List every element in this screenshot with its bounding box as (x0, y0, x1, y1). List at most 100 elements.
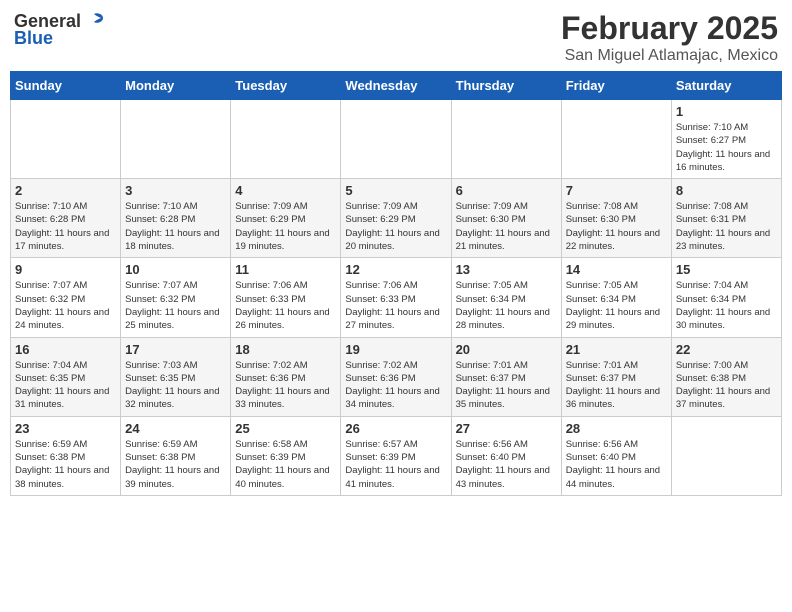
calendar-cell: 23Sunrise: 6:59 AM Sunset: 6:38 PM Dayli… (11, 416, 121, 495)
calendar-table: SundayMondayTuesdayWednesdayThursdayFrid… (10, 71, 782, 496)
day-header-wednesday: Wednesday (341, 72, 451, 100)
calendar-week-row: 23 Sunrise: 6:59 AM Sunset: 6:38 PM Dayli… (11, 416, 782, 495)
calendar-cell: 13Sunrise: 7:05 AM Sunset: 6:34 PM Dayli… (451, 258, 561, 337)
day-info: Sunrise: 7:04 AM Sunset: 6:35 PM Dayligh… (15, 359, 116, 412)
day-info: Sunrise: 7:10 AM Sunset: 6:27 PM Dayligh… (676, 121, 777, 174)
day-info: Sunrise: 7:08 AM Sunset: 6:30 PM Dayligh… (566, 200, 667, 253)
day-info: Sunrise: 7:01 AM Sunset: 6:37 PM Dayligh… (456, 359, 557, 412)
day-info: Sunrise: 7:10 AM Sunset: 6:28 PM Dayligh… (15, 200, 116, 253)
page-header: General Blue February 2025 San Miguel At… (10, 10, 782, 65)
day-info: Sunrise: 7:02 AM Sunset: 6:36 PM Dayligh… (235, 359, 336, 412)
calendar-cell: 3 Sunrise: 7:10 AM Sunset: 6:28 PM Daylig… (121, 179, 231, 258)
day-number: 4 (235, 183, 336, 198)
calendar-cell: 10 Sunrise: 7:07 AM Sunset: 6:32 PM Dayli… (121, 258, 231, 337)
calendar-cell: 28 Sunrise: 6:56 AM Sunset: 6:40 PM Dayli… (561, 416, 671, 495)
calendar-week-row: 1 Sunrise: 7:10 AM Sunset: 6:27 PM Daylig… (11, 100, 782, 179)
day-info: Sunrise: 6:58 AM Sunset: 6:39 PM Dayligh… (235, 438, 336, 491)
day-number: 7 (566, 183, 667, 198)
calendar-week-row: 16Sunrise: 7:04 AM Sunset: 6:35 PM Dayli… (11, 337, 782, 416)
calendar-cell: 7 Sunrise: 7:08 AM Sunset: 6:30 PM Daylig… (561, 179, 671, 258)
day-info: Sunrise: 7:07 AM Sunset: 6:32 PM Dayligh… (15, 279, 116, 332)
day-number: 21 (566, 342, 667, 357)
day-info: Sunrise: 7:09 AM Sunset: 6:29 PM Dayligh… (345, 200, 446, 253)
day-number: 27 (456, 421, 557, 436)
day-number: 14 (566, 262, 667, 277)
day-info: Sunrise: 6:56 AM Sunset: 6:40 PM Dayligh… (566, 438, 667, 491)
day-number: 20 (456, 342, 557, 357)
calendar-cell: 11 Sunrise: 7:06 AM Sunset: 6:33 PM Dayli… (231, 258, 341, 337)
calendar-cell: 4 Sunrise: 7:09 AM Sunset: 6:29 PM Daylig… (231, 179, 341, 258)
calendar-cell: 24 Sunrise: 6:59 AM Sunset: 6:38 PM Dayli… (121, 416, 231, 495)
day-number: 24 (125, 421, 226, 436)
calendar-cell: 8 Sunrise: 7:08 AM Sunset: 6:31 PM Daylig… (671, 179, 781, 258)
calendar-cell: 18 Sunrise: 7:02 AM Sunset: 6:36 PM Dayli… (231, 337, 341, 416)
day-number: 17 (125, 342, 226, 357)
calendar-cell: 22 Sunrise: 7:00 AM Sunset: 6:38 PM Dayli… (671, 337, 781, 416)
day-info: Sunrise: 7:08 AM Sunset: 6:31 PM Dayligh… (676, 200, 777, 253)
day-info: Sunrise: 7:01 AM Sunset: 6:37 PM Dayligh… (566, 359, 667, 412)
day-info: Sunrise: 7:03 AM Sunset: 6:35 PM Dayligh… (125, 359, 226, 412)
day-header-thursday: Thursday (451, 72, 561, 100)
day-number: 23 (15, 421, 116, 436)
day-header-sunday: Sunday (11, 72, 121, 100)
day-info: Sunrise: 7:04 AM Sunset: 6:34 PM Dayligh… (676, 279, 777, 332)
day-number: 10 (125, 262, 226, 277)
day-number: 9 (15, 262, 116, 277)
day-info: Sunrise: 7:09 AM Sunset: 6:29 PM Dayligh… (235, 200, 336, 253)
calendar-cell: 15 Sunrise: 7:04 AM Sunset: 6:34 PM Dayli… (671, 258, 781, 337)
day-info: Sunrise: 6:57 AM Sunset: 6:39 PM Dayligh… (345, 438, 446, 491)
calendar-week-row: 2 Sunrise: 7:10 AM Sunset: 6:28 PM Daylig… (11, 179, 782, 258)
day-info: Sunrise: 7:05 AM Sunset: 6:34 PM Dayligh… (566, 279, 667, 332)
calendar-cell (341, 100, 451, 179)
calendar-cell: 16Sunrise: 7:04 AM Sunset: 6:35 PM Dayli… (11, 337, 121, 416)
day-number: 2 (15, 183, 116, 198)
day-number: 8 (676, 183, 777, 198)
calendar-week-row: 9 Sunrise: 7:07 AM Sunset: 6:32 PM Daylig… (11, 258, 782, 337)
calendar-cell: 9 Sunrise: 7:07 AM Sunset: 6:32 PM Daylig… (11, 258, 121, 337)
calendar-cell: 2 Sunrise: 7:10 AM Sunset: 6:28 PM Daylig… (11, 179, 121, 258)
day-number: 28 (566, 421, 667, 436)
day-info: Sunrise: 7:00 AM Sunset: 6:38 PM Dayligh… (676, 359, 777, 412)
logo-bird-icon (83, 10, 105, 32)
day-number: 11 (235, 262, 336, 277)
day-info: Sunrise: 6:59 AM Sunset: 6:38 PM Dayligh… (125, 438, 226, 491)
calendar-cell: 12Sunrise: 7:06 AM Sunset: 6:33 PM Dayli… (341, 258, 451, 337)
day-number: 1 (676, 104, 777, 119)
day-number: 6 (456, 183, 557, 198)
day-info: Sunrise: 7:07 AM Sunset: 6:32 PM Dayligh… (125, 279, 226, 332)
day-number: 22 (676, 342, 777, 357)
calendar-cell (671, 416, 781, 495)
day-info: Sunrise: 7:09 AM Sunset: 6:30 PM Dayligh… (456, 200, 557, 253)
calendar-cell (121, 100, 231, 179)
calendar-cell (11, 100, 121, 179)
calendar-cell: 27 Sunrise: 6:56 AM Sunset: 6:40 PM Dayli… (451, 416, 561, 495)
calendar-cell (451, 100, 561, 179)
day-number: 25 (235, 421, 336, 436)
day-header-friday: Friday (561, 72, 671, 100)
title-section: February 2025 San Miguel Atlamajac, Mexi… (561, 10, 778, 65)
day-header-monday: Monday (121, 72, 231, 100)
calendar-cell: 25 Sunrise: 6:58 AM Sunset: 6:39 PM Dayli… (231, 416, 341, 495)
calendar-cell: 6 Sunrise: 7:09 AM Sunset: 6:30 PM Daylig… (451, 179, 561, 258)
day-number: 3 (125, 183, 226, 198)
calendar-cell (231, 100, 341, 179)
calendar-header-row: SundayMondayTuesdayWednesdayThursdayFrid… (11, 72, 782, 100)
subtitle: San Miguel Atlamajac, Mexico (561, 47, 778, 65)
calendar-cell (561, 100, 671, 179)
day-info: Sunrise: 7:10 AM Sunset: 6:28 PM Dayligh… (125, 200, 226, 253)
calendar-cell: 20 Sunrise: 7:01 AM Sunset: 6:37 PM Dayli… (451, 337, 561, 416)
day-info: Sunrise: 7:06 AM Sunset: 6:33 PM Dayligh… (235, 279, 336, 332)
day-number: 19 (345, 342, 446, 357)
day-number: 15 (676, 262, 777, 277)
calendar-cell: 5Sunrise: 7:09 AM Sunset: 6:29 PM Daylig… (341, 179, 451, 258)
day-number: 12 (345, 262, 446, 277)
day-info: Sunrise: 7:05 AM Sunset: 6:34 PM Dayligh… (456, 279, 557, 332)
calendar-cell: 19 Sunrise: 7:02 AM Sunset: 6:36 PM Dayli… (341, 337, 451, 416)
calendar-cell: 14 Sunrise: 7:05 AM Sunset: 6:34 PM Dayli… (561, 258, 671, 337)
main-title: February 2025 (561, 10, 778, 47)
day-info: Sunrise: 6:56 AM Sunset: 6:40 PM Dayligh… (456, 438, 557, 491)
day-number: 18 (235, 342, 336, 357)
logo: General Blue (14, 10, 105, 49)
day-info: Sunrise: 7:02 AM Sunset: 6:36 PM Dayligh… (345, 359, 446, 412)
calendar-cell: 1 Sunrise: 7:10 AM Sunset: 6:27 PM Daylig… (671, 100, 781, 179)
